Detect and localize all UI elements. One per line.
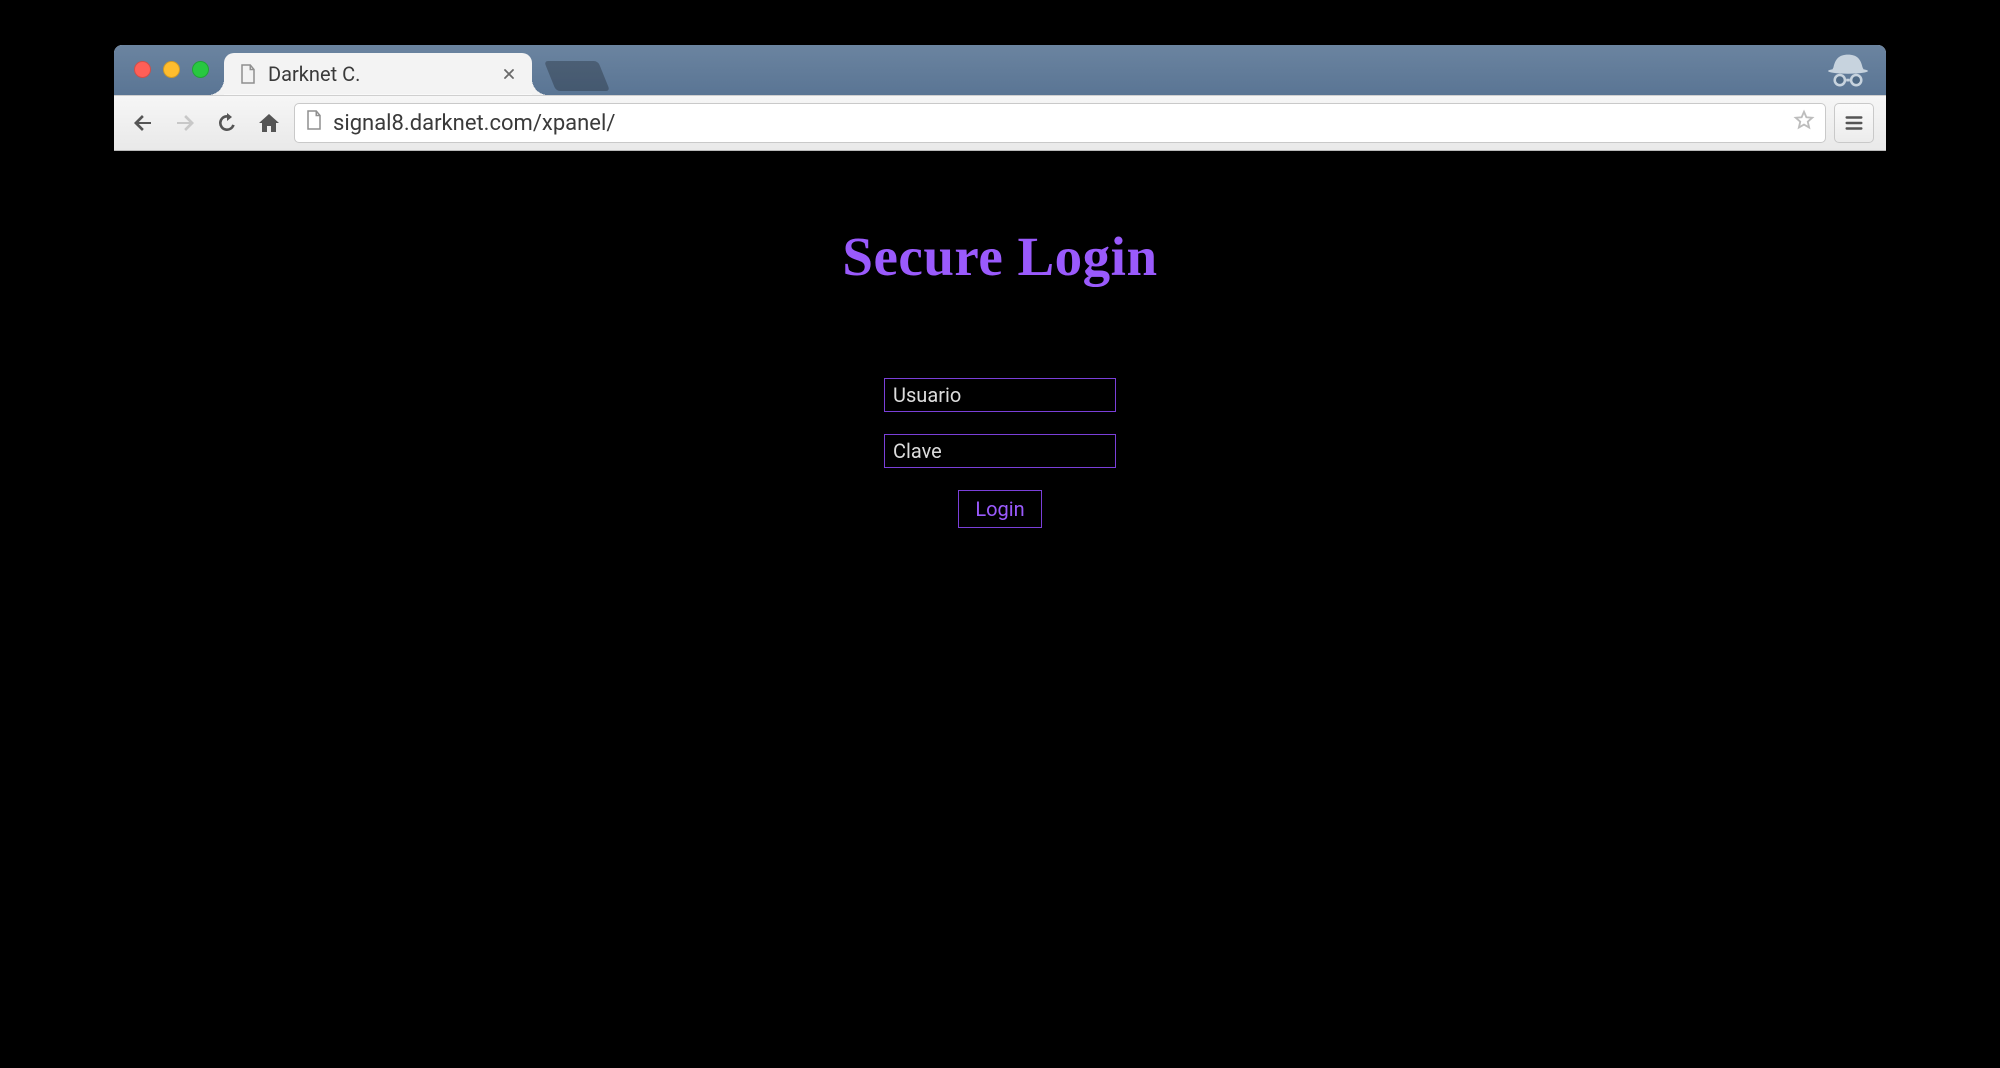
browser-window: Darknet C. bbox=[114, 45, 1886, 711]
login-form: Login bbox=[880, 378, 1120, 528]
file-icon bbox=[238, 62, 258, 86]
window-zoom-button[interactable] bbox=[192, 61, 209, 78]
back-button[interactable] bbox=[126, 106, 160, 140]
bookmark-star-icon[interactable] bbox=[1793, 109, 1815, 137]
incognito-icon bbox=[1824, 49, 1872, 93]
page-heading: Secure Login bbox=[114, 225, 1886, 288]
address-bar[interactable] bbox=[294, 103, 1826, 143]
toolbar bbox=[114, 95, 1886, 151]
forward-button[interactable] bbox=[168, 106, 202, 140]
tab-title: Darknet C. bbox=[268, 62, 500, 86]
home-button[interactable] bbox=[252, 106, 286, 140]
page-viewport: Secure Login Login bbox=[114, 151, 1886, 711]
tab-strip: Darknet C. bbox=[114, 45, 1886, 95]
username-field[interactable] bbox=[884, 378, 1116, 412]
password-field[interactable] bbox=[884, 434, 1116, 468]
close-tab-button[interactable] bbox=[500, 65, 518, 83]
window-controls bbox=[134, 61, 209, 78]
reload-button[interactable] bbox=[210, 106, 244, 140]
window-minimize-button[interactable] bbox=[163, 61, 180, 78]
new-tab-button[interactable] bbox=[544, 61, 610, 91]
file-icon bbox=[305, 109, 323, 137]
window-close-button[interactable] bbox=[134, 61, 151, 78]
login-button[interactable]: Login bbox=[958, 490, 1041, 528]
menu-button[interactable] bbox=[1834, 103, 1874, 143]
browser-tab[interactable]: Darknet C. bbox=[224, 53, 532, 95]
url-input[interactable] bbox=[333, 111, 1783, 136]
